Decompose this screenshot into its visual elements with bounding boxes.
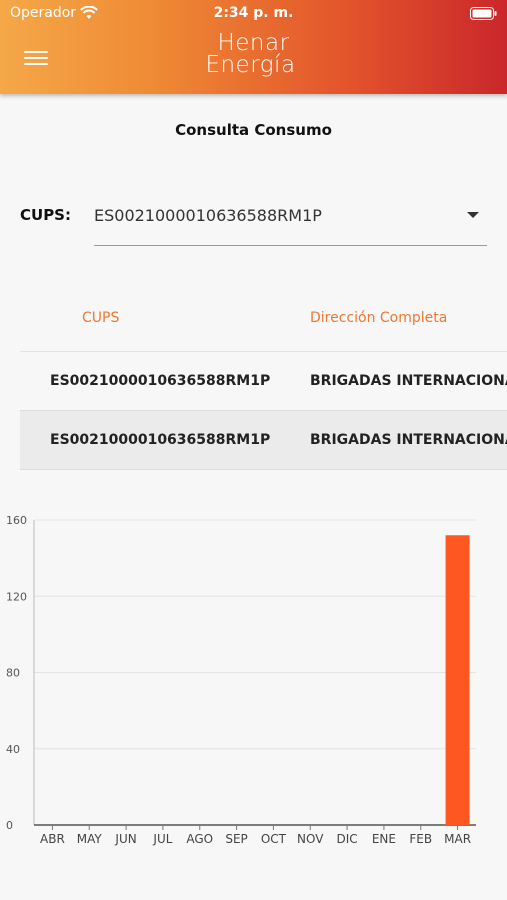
x-tick-label: AGO (186, 832, 213, 846)
cell-cups: ES0021000010636588RM1P (50, 373, 271, 389)
app-header: Operador 2:34 p. m. Henar Energía (0, 0, 507, 94)
bar (445, 535, 470, 825)
cell-cups: ES0021000010636588RM1P (50, 432, 271, 448)
x-tick-label: NOV (297, 832, 324, 846)
x-tick-label: SEP (225, 832, 247, 846)
x-tick-label: ENE (372, 832, 396, 846)
page-title: Consulta Consumo (175, 121, 332, 139)
cups-table: CUPS Dirección Completa ES00210000106365… (20, 300, 507, 470)
app-logo: Henar Energía (0, 30, 507, 78)
column-header-cups: CUPS (82, 310, 120, 326)
logo-line1: Henar (217, 30, 290, 56)
cups-label: CUPS: (20, 206, 71, 224)
x-tick-label: DIC (336, 832, 357, 846)
y-tick-label: 120 (6, 590, 27, 603)
table-header: CUPS Dirección Completa (20, 300, 507, 352)
cell-address: BRIGADAS INTERNACIONALES (310, 432, 507, 448)
x-tick-label: OCT (261, 832, 287, 846)
y-tick-label: 80 (6, 667, 20, 680)
battery-icon (470, 7, 497, 20)
x-tick-label: ABR (40, 832, 65, 846)
cups-selected-value: ES0021000010636588RM1P (94, 206, 322, 225)
consumption-chart: 0 40 80 120 160 ABR MAY JUN JUL AGO SEP OCT NOV DIC EN… (6, 514, 476, 846)
table-row[interactable]: ES0021000010636588RM1P BRIGADAS INTERNAC… (20, 352, 507, 411)
x-tick-label: JUL (152, 832, 172, 846)
chevron-down-icon (467, 212, 479, 218)
x-tick-label: MAY (77, 832, 103, 846)
x-tick-label: MAR (444, 832, 471, 846)
column-header-address: Dirección Completa (310, 310, 448, 326)
y-tick-label: 40 (6, 743, 20, 756)
logo-line2: Energía (205, 52, 296, 78)
cups-dropdown[interactable]: ES0021000010636588RM1P (94, 200, 487, 246)
table-row[interactable]: ES0021000010636588RM1P BRIGADAS INTERNAC… (20, 411, 507, 470)
y-tick-label: 0 (6, 819, 13, 832)
cell-address: BRIGADAS INTERNACIONALES (310, 373, 507, 389)
y-tick-label: 160 (6, 514, 27, 527)
x-tick-label: JUN (114, 832, 136, 846)
status-bar: Operador 2:34 p. m. (0, 4, 507, 24)
x-tick-label: FEB (409, 832, 432, 846)
clock: 2:34 p. m. (213, 5, 294, 21)
